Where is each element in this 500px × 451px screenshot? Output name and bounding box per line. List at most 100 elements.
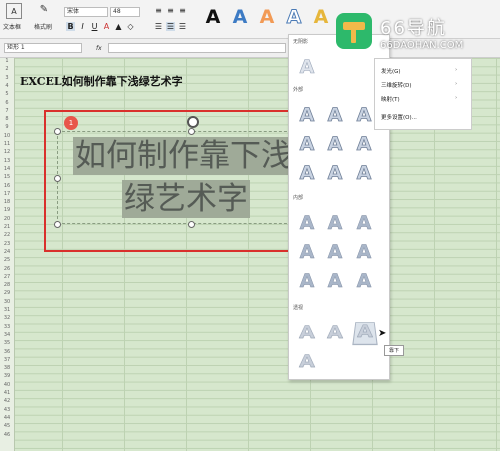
row-number[interactable]: 19: [0, 207, 14, 213]
outer-shadow-3-icon[interactable]: A: [356, 105, 372, 126]
row-number[interactable]: 13: [0, 158, 14, 164]
bold-button[interactable]: B: [66, 22, 75, 31]
style-orange-icon[interactable]: A: [256, 6, 278, 28]
style-gold-icon[interactable]: A: [310, 6, 332, 28]
inner-shadow-6-icon[interactable]: A: [356, 242, 372, 262]
perspective-shadow-4-icon[interactable]: A: [298, 352, 316, 374]
align-middle-icon[interactable]: ≡: [166, 6, 175, 15]
format-painter-label[interactable]: 格式刷: [34, 22, 52, 31]
textbox-icon[interactable]: A: [6, 3, 22, 19]
outer-shadow-1-icon[interactable]: A: [299, 105, 315, 126]
style-black-icon[interactable]: A: [202, 6, 224, 28]
row-number[interactable]: 16: [0, 183, 14, 189]
row-number[interactable]: 27: [0, 274, 14, 280]
row-number[interactable]: 24: [0, 249, 14, 255]
row-number[interactable]: 42: [0, 398, 14, 404]
row-number[interactable]: 46: [0, 432, 14, 438]
outer-shadow-9-icon[interactable]: A: [356, 163, 372, 184]
resize-handle[interactable]: [188, 128, 195, 135]
inner-shadow-4-icon[interactable]: A: [299, 242, 315, 262]
rotate-handle-icon[interactable]: [187, 116, 199, 128]
align-center-icon[interactable]: ☰: [166, 22, 175, 31]
outer-shadow-5-icon[interactable]: A: [327, 134, 343, 155]
menu-item-more-settings[interactable]: 更多设置(O)...: [381, 113, 417, 121]
row-number[interactable]: 20: [0, 216, 14, 222]
row-number[interactable]: 31: [0, 307, 14, 313]
row-number[interactable]: 17: [0, 191, 14, 197]
row-number[interactable]: 38: [0, 365, 14, 371]
row-number[interactable]: 44: [0, 415, 14, 421]
menu-item-reflection[interactable]: 映射(T) ›: [381, 95, 457, 103]
outer-shadow-6-icon[interactable]: A: [356, 134, 372, 155]
row-number[interactable]: 4: [0, 83, 14, 89]
outer-shadow-4-icon[interactable]: A: [299, 134, 315, 155]
row-number[interactable]: 40: [0, 382, 14, 388]
row-number[interactable]: 29: [0, 290, 14, 296]
font-size-select[interactable]: 48: [110, 7, 140, 17]
row-number[interactable]: 37: [0, 357, 14, 363]
row-number[interactable]: 6: [0, 100, 14, 106]
inner-shadow-3-icon[interactable]: A: [356, 213, 372, 233]
wordart-line-1[interactable]: 如何制作靠下浅: [73, 137, 294, 175]
italic-button[interactable]: I: [78, 22, 87, 31]
format-painter-icon[interactable]: ✎: [38, 3, 50, 15]
wordart-line-2[interactable]: 绿艺术字: [122, 180, 250, 218]
underline-button[interactable]: U: [90, 22, 99, 31]
row-number[interactable]: 2: [0, 66, 14, 72]
row-number[interactable]: 34: [0, 332, 14, 338]
row-number[interactable]: 25: [0, 257, 14, 263]
row-number[interactable]: 23: [0, 241, 14, 247]
style-outline-icon[interactable]: A: [283, 6, 305, 29]
row-number[interactable]: 14: [0, 166, 14, 172]
fx-icon[interactable]: fx: [96, 45, 102, 52]
row-number[interactable]: 15: [0, 174, 14, 180]
row-number[interactable]: 35: [0, 340, 14, 346]
row-number[interactable]: 22: [0, 232, 14, 238]
menu-item-glow[interactable]: 发光(G) ›: [381, 67, 457, 75]
align-left-icon[interactable]: ☰: [154, 22, 163, 31]
inner-shadow-2-icon[interactable]: A: [327, 213, 343, 233]
inner-shadow-1-icon[interactable]: A: [299, 213, 315, 233]
row-number[interactable]: 8: [0, 116, 14, 122]
row-number[interactable]: 30: [0, 299, 14, 305]
row-number[interactable]: 1: [0, 58, 14, 64]
row-number[interactable]: 36: [0, 349, 14, 355]
align-right-icon[interactable]: ☰: [178, 22, 187, 31]
font-color-button[interactable]: A: [102, 22, 111, 31]
inner-shadow-5-icon[interactable]: A: [327, 242, 343, 262]
row-number[interactable]: 32: [0, 315, 14, 321]
perspective-shadow-bottom-icon[interactable]: A: [352, 322, 378, 346]
resize-handle[interactable]: [54, 221, 61, 228]
row-number[interactable]: 41: [0, 390, 14, 396]
row-number[interactable]: 3: [0, 75, 14, 81]
formula-input[interactable]: [108, 43, 286, 53]
inner-shadow-9-icon[interactable]: A: [356, 271, 372, 291]
outer-shadow-8-icon[interactable]: A: [327, 163, 343, 184]
outer-shadow-2-icon[interactable]: A: [327, 105, 343, 126]
row-number[interactable]: 12: [0, 149, 14, 155]
row-number[interactable]: 45: [0, 423, 14, 429]
row-number[interactable]: 26: [0, 266, 14, 272]
resize-handle[interactable]: [54, 175, 61, 182]
row-number[interactable]: 33: [0, 324, 14, 330]
row-number[interactable]: 5: [0, 91, 14, 97]
font-name-select[interactable]: 宋体: [64, 7, 108, 17]
resize-handle[interactable]: [188, 221, 195, 228]
row-number[interactable]: 11: [0, 141, 14, 147]
shadow-none-icon[interactable]: A: [299, 57, 315, 78]
perspective-shadow-2-icon[interactable]: A: [326, 323, 344, 345]
row-number[interactable]: 21: [0, 224, 14, 230]
row-number[interactable]: 9: [0, 124, 14, 130]
clear-format-icon[interactable]: ◇: [126, 22, 135, 31]
align-top-icon[interactable]: ≡: [154, 6, 163, 15]
style-blue-icon[interactable]: A: [229, 6, 251, 28]
row-number[interactable]: 39: [0, 373, 14, 379]
row-number[interactable]: 43: [0, 407, 14, 413]
row-number[interactable]: 10: [0, 133, 14, 139]
align-bottom-icon[interactable]: ≡: [178, 6, 187, 15]
textbox-label[interactable]: 文本框: [3, 22, 21, 31]
resize-handle[interactable]: [54, 128, 61, 135]
inner-shadow-8-icon[interactable]: A: [327, 271, 343, 291]
row-number[interactable]: 7: [0, 108, 14, 114]
highlight-button[interactable]: ▲: [114, 22, 123, 31]
